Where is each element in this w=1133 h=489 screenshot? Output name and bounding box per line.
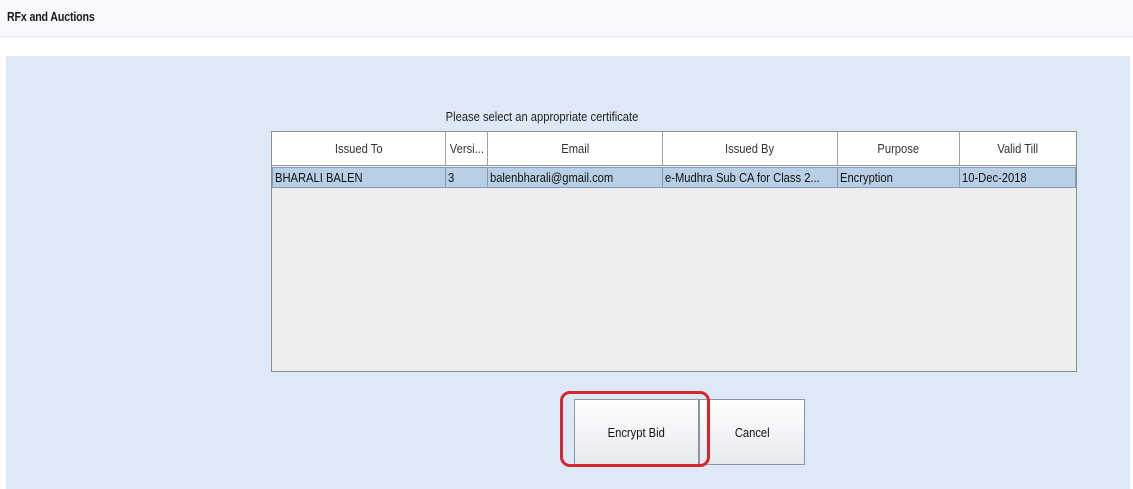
table-row[interactable]: BHARALI BALEN 3 balenbharali@gmail.com e… <box>272 167 1076 188</box>
cell-version[interactable]: 3 <box>446 167 488 188</box>
encrypt-bid-button[interactable]: Encrypt Bid <box>574 399 699 465</box>
page-title: RFx and Auctions <box>7 9 95 24</box>
table-header: Issued To Versi... Email Issued By Purpo… <box>272 132 1076 166</box>
certificate-table: Issued To Versi... Email Issued By Purpo… <box>271 131 1077 372</box>
cancel-button[interactable]: Cancel <box>699 399 805 465</box>
cell-email[interactable]: balenbharali@gmail.com <box>488 167 663 188</box>
page-header: RFx and Auctions <box>0 0 1133 37</box>
column-header-version[interactable]: Versi... <box>446 132 488 165</box>
cell-issued-to[interactable]: BHARALI BALEN <box>272 167 446 188</box>
column-header-issued-to[interactable]: Issued To <box>272 132 446 165</box>
cell-valid-till[interactable]: 10-Dec-2018 <box>960 167 1076 188</box>
column-header-purpose[interactable]: Purpose <box>838 132 960 165</box>
cell-purpose[interactable]: Encryption <box>838 167 960 188</box>
cell-issued-by[interactable]: e-Mudhra Sub CA for Class 2... <box>663 167 838 188</box>
column-header-email[interactable]: Email <box>488 132 663 165</box>
column-header-issued-by[interactable]: Issued By <box>663 132 838 165</box>
dialog-heading: Please select an appropriate certificate <box>445 109 639 124</box>
column-header-valid-till[interactable]: Valid Till <box>960 132 1076 165</box>
